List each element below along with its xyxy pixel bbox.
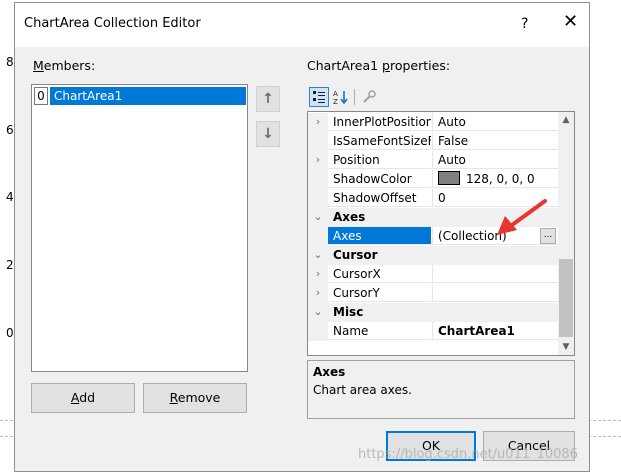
ellipsis-button[interactable]: ...	[540, 228, 556, 244]
property-name: ShadowColor	[328, 170, 431, 188]
category-name: Cursor	[333, 248, 378, 262]
expand-chevron-icon[interactable]: ›	[312, 266, 324, 282]
property-name: IsSameFontSizeFc	[328, 132, 431, 150]
category-name: Misc	[333, 305, 364, 319]
property-row-cursory[interactable]: › CursorY	[308, 284, 558, 303]
svg-text:Z: Z	[333, 98, 338, 105]
description-panel: Axes Chart area axes.	[307, 360, 575, 419]
member-item-chartarea1[interactable]: 0 ChartArea1	[34, 87, 246, 105]
categorized-button[interactable]	[309, 87, 329, 107]
svg-text:A: A	[333, 90, 338, 98]
property-row-position[interactable]: › Position Auto	[308, 151, 558, 170]
property-name: Position	[328, 151, 431, 169]
members-label: Members:	[33, 58, 96, 73]
add-button[interactable]: Add	[31, 383, 135, 413]
title-bar: ChartArea Collection Editor ? ✕	[15, 3, 589, 47]
expand-chevron-icon[interactable]: ›	[312, 285, 324, 301]
property-row-innerplotposition[interactable]: › InnerPlotPosition Auto	[308, 113, 558, 132]
property-value[interactable]: 128, 0, 0, 0	[432, 170, 558, 188]
toolbar-separator	[354, 89, 355, 105]
color-swatch	[438, 171, 460, 185]
move-up-button[interactable]: ↑	[256, 86, 280, 112]
description-title: Axes	[313, 365, 346, 379]
property-value[interactable]: Auto	[432, 113, 558, 131]
property-name: CursorX	[328, 265, 431, 283]
move-down-button[interactable]: ↓	[256, 121, 280, 147]
property-row-cursorx[interactable]: › CursorX	[308, 265, 558, 284]
category-axes[interactable]: ⌄ Axes	[308, 208, 558, 227]
property-row-issamefontsize[interactable]: IsSameFontSizeFc False	[308, 132, 558, 151]
property-row-axes[interactable]: Axes (Collection)...	[308, 227, 558, 246]
property-value[interactable]: ChartArea1	[432, 322, 558, 340]
collapse-chevron-icon[interactable]: ⌄	[312, 304, 324, 320]
help-button[interactable]: ?	[521, 16, 528, 32]
axis-label-0: 0	[6, 326, 14, 340]
member-name[interactable]: ChartArea1	[50, 87, 246, 105]
collapse-chevron-icon[interactable]: ⌄	[312, 247, 324, 263]
scrollbar-thumb[interactable]	[559, 259, 573, 337]
property-name: InnerPlotPosition	[328, 113, 431, 131]
category-name: Axes	[333, 210, 366, 224]
property-value[interactable]: 0	[432, 189, 558, 207]
arrow-up-icon: ↑	[262, 91, 274, 107]
property-row-shadowoffset[interactable]: ShadowOffset 0	[308, 189, 558, 208]
description-text: Chart area axes.	[313, 383, 412, 397]
property-value[interactable]: Auto	[432, 151, 558, 169]
property-value[interactable]	[432, 265, 558, 283]
wrench-icon	[363, 90, 376, 103]
property-row-name[interactable]: Name ChartArea1	[308, 322, 558, 341]
property-name: CursorY	[328, 284, 431, 302]
property-value[interactable]: False	[432, 132, 558, 150]
close-icon[interactable]: ✕	[563, 13, 578, 31]
property-name: Axes	[328, 227, 431, 245]
property-grid[interactable]: › InnerPlotPosition Auto IsSameFontSizeF…	[307, 111, 575, 356]
property-pages-button[interactable]	[359, 87, 379, 107]
remove-button[interactable]: Remove	[143, 383, 247, 413]
scroll-up-icon[interactable]: ▲	[558, 112, 574, 128]
categorized-icon	[313, 91, 325, 103]
property-name: Name	[328, 322, 431, 340]
member-index: 0	[34, 87, 48, 105]
properties-label: ChartArea1 properties:	[307, 58, 451, 73]
scroll-down-icon[interactable]: ▼	[558, 339, 574, 355]
collapse-chevron-icon[interactable]: ⌄	[312, 209, 324, 225]
category-cursor[interactable]: ⌄ Cursor	[308, 246, 558, 265]
property-value[interactable]: (Collection)...	[432, 227, 558, 245]
members-list[interactable]: 0 ChartArea1	[31, 84, 248, 372]
category-misc[interactable]: ⌄ Misc	[308, 303, 558, 322]
expand-chevron-icon[interactable]: ›	[312, 152, 324, 168]
expand-chevron-icon[interactable]: ›	[312, 114, 324, 130]
property-name: ShadowOffset	[328, 189, 431, 207]
chartarea-collection-editor-dialog: ChartArea Collection Editor ? ✕ Members:…	[14, 2, 590, 472]
watermark: https://blog.csdn.net/u011_10086	[358, 447, 578, 462]
dialog-title: ChartArea Collection Editor	[24, 16, 201, 31]
alphabetical-icon: A Z	[333, 90, 348, 106]
vertical-scrollbar[interactable]: ▲ ▼	[558, 112, 574, 355]
alphabetical-button[interactable]: A Z	[331, 87, 351, 107]
property-row-shadowcolor[interactable]: ShadowColor 128, 0, 0, 0	[308, 170, 558, 189]
property-value[interactable]	[432, 284, 558, 302]
arrow-down-icon: ↓	[262, 126, 274, 142]
property-grid-toolbar: A Z	[307, 85, 387, 109]
